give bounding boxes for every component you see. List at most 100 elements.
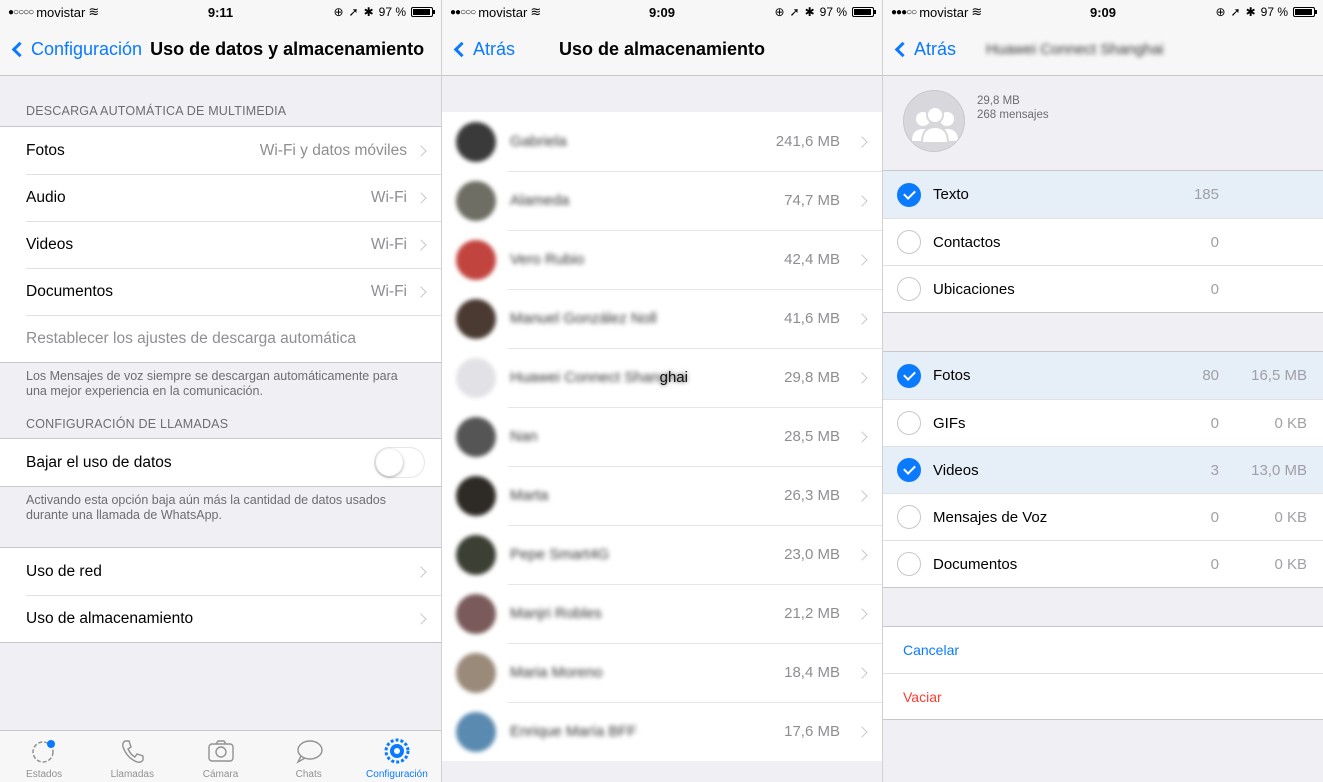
wifi-icon: ≋: [971, 4, 983, 19]
chat-storage-row[interactable]: Maria Moreno 18,4 MB: [442, 643, 882, 702]
location-icon: ➚: [1230, 5, 1241, 19]
group-avatar-icon: [903, 90, 965, 152]
storage-size: 41,6 MB: [784, 310, 840, 327]
storage-size: 23,0 MB: [784, 546, 840, 563]
checkmark-circle-icon[interactable]: [897, 182, 921, 207]
chat-storage-row[interactable]: Huawei Connect Shanghai ghai 29,8 MB: [442, 348, 882, 407]
bluetooth-icon: ✱: [1245, 5, 1256, 19]
row-low-data: Bajar el uso de datos: [26, 439, 441, 486]
storage-usage-screen: ●●○○○ movistar ≋ 9:09 ⊕ ➚ ✱ 97 % Atrás Uso de…: [441, 0, 882, 782]
tab-chats[interactable]: Chats: [265, 731, 353, 782]
back-button[interactable]: Atrás: [893, 39, 956, 60]
select-row-contactos[interactable]: Contactos 0: [883, 218, 1323, 265]
select-row-documentos[interactable]: Documentos 0 0 KB: [883, 540, 1323, 587]
chat-storage-row[interactable]: Manjri Robles 21,2 MB: [442, 584, 882, 643]
auto-download-group: Fotos Wi-Fi y datos móviles Audio Wi-Fi Vi…: [0, 126, 441, 363]
chat-storage-row[interactable]: Vero Rubio 42,4 MB: [442, 230, 882, 289]
page-title: Uso de datos y almacenamiento: [150, 39, 425, 59]
status-bar: ●○○○○ movistar ≋ 9:11 ⊕ ➚ ✱ 97 %: [0, 0, 441, 24]
contact-name: Nan: [510, 428, 538, 445]
chevron-right-icon: [856, 371, 868, 384]
tab-configuracion[interactable]: Configuración: [353, 731, 441, 782]
battery-icon: [852, 7, 876, 17]
row-label: Videos: [933, 461, 979, 479]
chat-storage-row[interactable]: Enrique María BFF 17,6 MB: [442, 702, 882, 761]
row-documentos[interactable]: Documentos Wi-Fi: [26, 268, 441, 315]
item-count: 0: [1210, 414, 1219, 432]
select-row-mensajes-de-voz[interactable]: Mensajes de Voz 0 0 KB: [883, 493, 1323, 540]
chevron-right-icon: [856, 548, 868, 561]
empty-circle-icon[interactable]: [897, 230, 921, 254]
empty-circle-icon[interactable]: [897, 411, 921, 435]
row-audio[interactable]: Audio Wi-Fi: [26, 174, 441, 221]
item-count: 0: [1210, 508, 1219, 526]
item-count: 0: [1210, 555, 1219, 573]
battery-percent: 97 %: [378, 5, 406, 19]
chat-storage-row[interactable]: Nan 28,5 MB: [442, 407, 882, 466]
chevron-right-icon: [415, 286, 427, 298]
network-usage-row[interactable]: Uso de red: [26, 548, 441, 595]
chat-storage-row[interactable]: Manuel González Noll 41,6 MB: [442, 289, 882, 348]
empty-button[interactable]: Vaciar: [883, 673, 1323, 719]
chevron-right-icon: [856, 666, 868, 679]
battery-percent: 97 %: [819, 5, 847, 19]
row-fotos[interactable]: Fotos Wi-Fi y datos móviles: [26, 127, 441, 174]
contact-avatar: [456, 357, 496, 398]
empty-circle-icon[interactable]: [897, 552, 921, 576]
contact-avatar: [456, 534, 496, 575]
empty-circle-icon[interactable]: [897, 505, 921, 529]
item-size: 13,0 MB: [1251, 461, 1307, 479]
low-data-toggle[interactable]: [374, 447, 425, 478]
chat-storage-row[interactable]: Gabriela 241,6 MB: [442, 112, 882, 171]
reset-auto-download-button[interactable]: Restablecer los ajustes de descarga auto…: [26, 315, 441, 362]
item-count: 185: [1193, 186, 1219, 203]
tab-camara[interactable]: Cámara: [176, 731, 264, 782]
phone-icon: [122, 740, 144, 763]
chevron-right-icon: [415, 144, 427, 157]
signal-icon: ●●○○○: [450, 6, 476, 18]
status-bar: ●●○○○ movistar ≋ 9:09 ⊕ ➚ ✱ 97 %: [442, 0, 882, 24]
row-label: Ubicaciones: [933, 280, 1015, 298]
checkmark-circle-icon[interactable]: [897, 363, 921, 388]
checkmark-circle-icon[interactable]: [897, 458, 921, 482]
contact-avatar: [456, 652, 496, 693]
select-row-gifs[interactable]: GIFs 0 0 KB: [883, 399, 1323, 446]
wifi-icon: ≋: [530, 4, 542, 19]
chat-storage-row[interactable]: Alameda 74,7 MB: [442, 171, 882, 230]
nav-bar: Atrás Huawei Connect Shanghai: [883, 24, 1323, 76]
carrier-label: movistar: [36, 4, 86, 20]
tab-estados[interactable]: Estados: [0, 731, 88, 782]
storage-usage-row[interactable]: Uso de almacenamiento: [26, 595, 441, 642]
chevron-right-icon: [415, 192, 427, 204]
chevron-left-icon: [11, 41, 28, 58]
empty-circle-icon[interactable]: [897, 277, 921, 301]
status-bar: ●●●○○ movistar ≋ 9:09 ⊕ ➚ ✱ 97 %: [883, 0, 1323, 24]
back-button[interactable]: Configuración: [10, 39, 142, 60]
select-row-ubicaciones[interactable]: Ubicaciones 0: [883, 265, 1323, 312]
chevron-left-icon: [894, 41, 911, 58]
select-row-fotos[interactable]: Fotos 80 16,5 MB: [883, 352, 1323, 399]
cancel-button[interactable]: Cancelar: [883, 627, 1323, 673]
row-videos[interactable]: Videos Wi-Fi: [26, 221, 441, 268]
row-label: Texto: [933, 186, 969, 203]
chevron-right-icon: [856, 607, 868, 620]
select-row-texto[interactable]: Texto 185: [883, 171, 1323, 218]
back-button[interactable]: Atrás: [452, 39, 515, 60]
action-group: Cancelar Vaciar: [883, 626, 1323, 720]
contact-avatar: [456, 475, 496, 516]
signal-icon: ●○○○○: [8, 6, 34, 18]
item-size: 16,5 MB: [1251, 367, 1307, 384]
chevron-right-icon: [856, 725, 868, 738]
storage-size: 28,5 MB: [784, 428, 840, 445]
tab-llamadas[interactable]: Llamadas: [88, 731, 176, 782]
chat-storage-row[interactable]: Marta 26,3 MB: [442, 466, 882, 525]
chevron-right-icon: [415, 565, 427, 578]
lock-rotation-icon: ⊕: [333, 5, 344, 19]
contact-avatar: [456, 298, 496, 339]
contact-name: Enrique María BFF: [510, 723, 637, 740]
storage-size: 74,7 MB: [784, 192, 840, 209]
chevron-right-icon: [856, 194, 868, 207]
voice-messages-note: Los Mensajes de voz siempre se descargan…: [26, 369, 398, 398]
select-row-videos[interactable]: Videos 3 13,0 MB: [883, 446, 1323, 493]
chat-storage-row[interactable]: Pepe Smart4G 23,0 MB: [442, 525, 882, 584]
